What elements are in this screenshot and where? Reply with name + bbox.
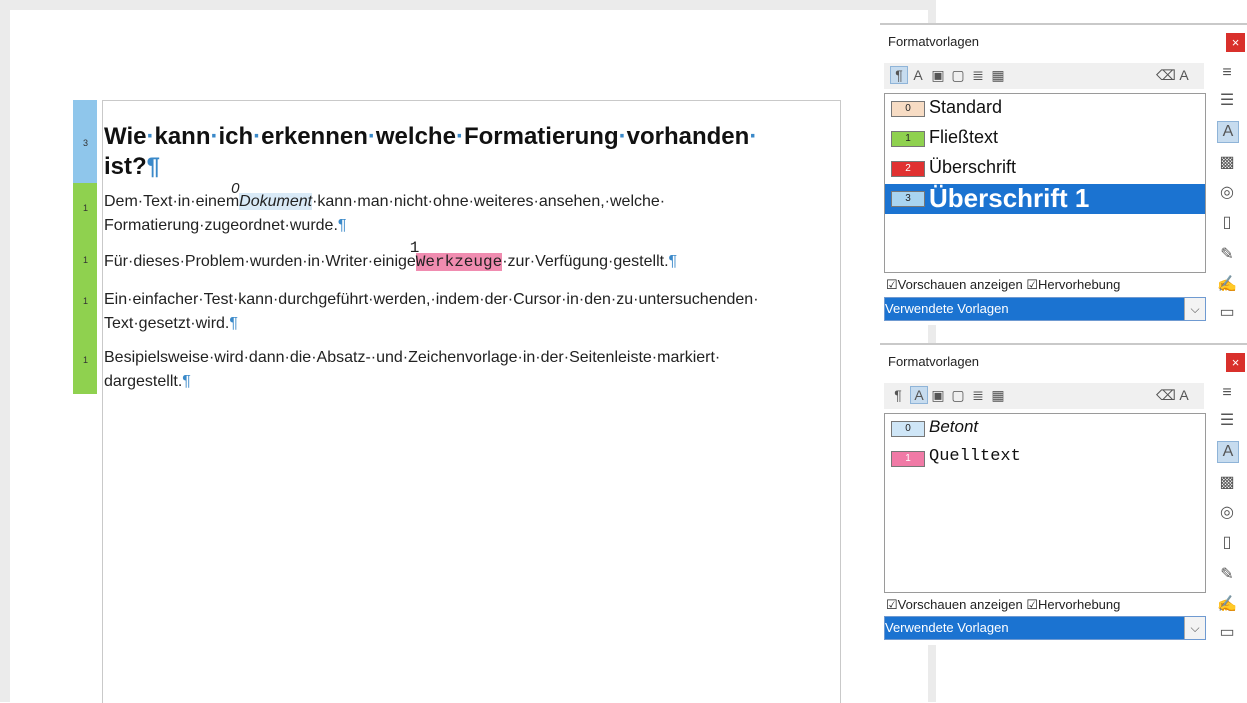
- styles-panel-paragraph: Formatvorlagen × ¶ A ▣ ▢ ≣ ▦ ⌫ A 0 Stand…: [880, 25, 1247, 325]
- paragraph-4[interactable]: Besipielsweise·wird·dann·die·Absatz-·und…: [104, 346, 844, 394]
- table-styles-icon[interactable]: ▦: [990, 387, 1006, 403]
- design-icon[interactable]: ▭: [1217, 623, 1237, 643]
- character-style-marker-0: 0: [231, 180, 240, 197]
- panel2-style-list: 0 Betont 1 Quelltext: [884, 413, 1206, 593]
- preview-checkbox[interactable]: ☑Vorschauen anzeigen: [886, 277, 1023, 292]
- page-icon[interactable]: ▯: [1217, 533, 1237, 553]
- paragraph-styles-icon[interactable]: ¶: [890, 387, 906, 403]
- panel2-style-category-toolbar: ¶ A ▣ ▢ ≣ ▦ ⌫ A: [884, 383, 1204, 409]
- manage-changes-icon[interactable]: ✍: [1217, 595, 1237, 615]
- panel1-close-button[interactable]: ×: [1226, 33, 1245, 52]
- character-styles-icon[interactable]: A: [910, 386, 928, 404]
- styles-icon[interactable]: A: [1217, 121, 1239, 143]
- panel2-sidebar-deck: ≡ ☰ A ▩ ◎ ▯ ✎ ✍ ▭: [1213, 373, 1243, 643]
- panel1-checkboxes: ☑Vorschauen anzeigen ☑Hervorhebung: [886, 277, 1120, 293]
- design-icon[interactable]: ▭: [1217, 303, 1237, 323]
- frame-styles-icon[interactable]: ▣: [930, 387, 946, 403]
- p4-level: 1: [73, 355, 97, 367]
- navigator-icon[interactable]: ◎: [1217, 183, 1237, 203]
- new-style-icon[interactable]: A: [1176, 387, 1192, 403]
- style-item-quelltext[interactable]: 1 Quelltext: [885, 444, 1205, 474]
- paragraph-styles-icon[interactable]: ¶: [890, 66, 908, 84]
- chevron-down-icon[interactable]: ⌵: [1184, 617, 1205, 639]
- panel2-checkboxes: ☑Vorschauen anzeigen ☑Hervorhebung: [886, 597, 1120, 613]
- page-icon[interactable]: ▯: [1217, 213, 1237, 233]
- frame-styles-icon[interactable]: ▣: [930, 67, 946, 83]
- panel1-title: Formatvorlagen: [888, 34, 980, 49]
- styles-icon[interactable]: A: [1217, 441, 1239, 463]
- page-styles-icon[interactable]: ▢: [950, 387, 966, 403]
- gallery-icon[interactable]: ▩: [1217, 473, 1237, 493]
- heading-level-number: 3: [83, 138, 89, 148]
- style-item-betont[interactable]: 0 Betont: [885, 414, 1205, 444]
- new-style-icon[interactable]: A: [1176, 67, 1192, 83]
- menu-icon[interactable]: ≡: [1217, 383, 1237, 403]
- style-item-fliesstext[interactable]: 1 Fließtext: [885, 124, 1205, 154]
- style-inspector-icon[interactable]: ✎: [1217, 565, 1237, 585]
- paragraph-2[interactable]: Für·dieses·Problem·wurden·in·Writer·eini…: [104, 239, 844, 274]
- emphasis-text: Dokument: [239, 193, 313, 210]
- style-item-ueberschrift[interactable]: 2 Überschrift: [885, 154, 1205, 184]
- navigator-icon[interactable]: ◎: [1217, 503, 1237, 523]
- styles-panel-character: Formatvorlagen × ¶ A ▣ ▢ ≣ ▦ ⌫ A 0 Beton…: [880, 345, 1247, 645]
- panel2-close-button[interactable]: ×: [1226, 353, 1245, 372]
- page-styles-icon[interactable]: ▢: [950, 67, 966, 83]
- properties-icon[interactable]: ☰: [1217, 91, 1237, 111]
- list-styles-icon[interactable]: ≣: [970, 387, 986, 403]
- paragraph-1[interactable]: Dem·Text·in·einem 0 Dokument·kann·man·nich…: [104, 180, 844, 238]
- panel2-title: Formatvorlagen: [888, 354, 980, 369]
- style-item-standard[interactable]: 0 Standard: [885, 94, 1205, 124]
- highlight-checkbox[interactable]: ☑Hervorhebung: [1026, 597, 1120, 612]
- p3-level-number: 1: [83, 296, 89, 306]
- fill-format-icon[interactable]: ⌫: [1156, 387, 1176, 403]
- p2-level-number: 1: [83, 255, 89, 265]
- panel1-sidebar-deck: ≡ ☰ A ▩ ◎ ▯ ✎ ✍ ▭: [1213, 53, 1243, 323]
- list-styles-icon[interactable]: ≣: [970, 67, 986, 83]
- panel2-filter-select[interactable]: Verwendete Vorlagen ⌵: [884, 616, 1206, 640]
- heading-level-bar: 3: [73, 100, 97, 183]
- panel1-style-list: 0 Standard 1 Fließtext 2 Überschrift 3 Ü…: [884, 93, 1206, 273]
- fill-format-icon[interactable]: ⌫: [1156, 67, 1176, 83]
- style-inspector-icon[interactable]: ✎: [1217, 245, 1237, 265]
- p1-level-number: 1: [83, 203, 89, 213]
- menu-icon[interactable]: ≡: [1217, 63, 1237, 83]
- preview-checkbox[interactable]: ☑Vorschauen anzeigen: [886, 597, 1023, 612]
- paragraph-3[interactable]: Ein·einfacher·Test·kann·durchgeführt·wer…: [104, 288, 844, 336]
- document-frame-left: [0, 0, 10, 702]
- panel1-filter-select[interactable]: Verwendete Vorlagen ⌵: [884, 297, 1206, 321]
- document-heading[interactable]: Wie·kann·ich·erkennen·welche·Formatierun…: [104, 122, 844, 182]
- panel1-style-category-toolbar: ¶ A ▣ ▢ ≣ ▦ ⌫ A: [884, 63, 1204, 89]
- p2-level: 1: [73, 255, 97, 267]
- character-styles-icon[interactable]: A: [910, 67, 926, 83]
- source-text: Werkzeuge: [415, 253, 503, 271]
- style-item-ueberschrift-1[interactable]: 3 Überschrift 1: [885, 183, 1205, 214]
- properties-icon[interactable]: ☰: [1217, 411, 1237, 431]
- p3-level: 1: [73, 296, 97, 308]
- p1-level: 1: [73, 203, 97, 215]
- gallery-icon[interactable]: ▩: [1217, 153, 1237, 173]
- chevron-down-icon[interactable]: ⌵: [1184, 298, 1205, 320]
- highlight-checkbox[interactable]: ☑Hervorhebung: [1026, 277, 1120, 292]
- manage-changes-icon[interactable]: ✍: [1217, 275, 1237, 295]
- table-styles-icon[interactable]: ▦: [990, 67, 1006, 83]
- document-frame-top: [0, 0, 936, 10]
- character-style-marker-1: 1: [409, 239, 420, 257]
- p4-level-number: 1: [83, 355, 89, 365]
